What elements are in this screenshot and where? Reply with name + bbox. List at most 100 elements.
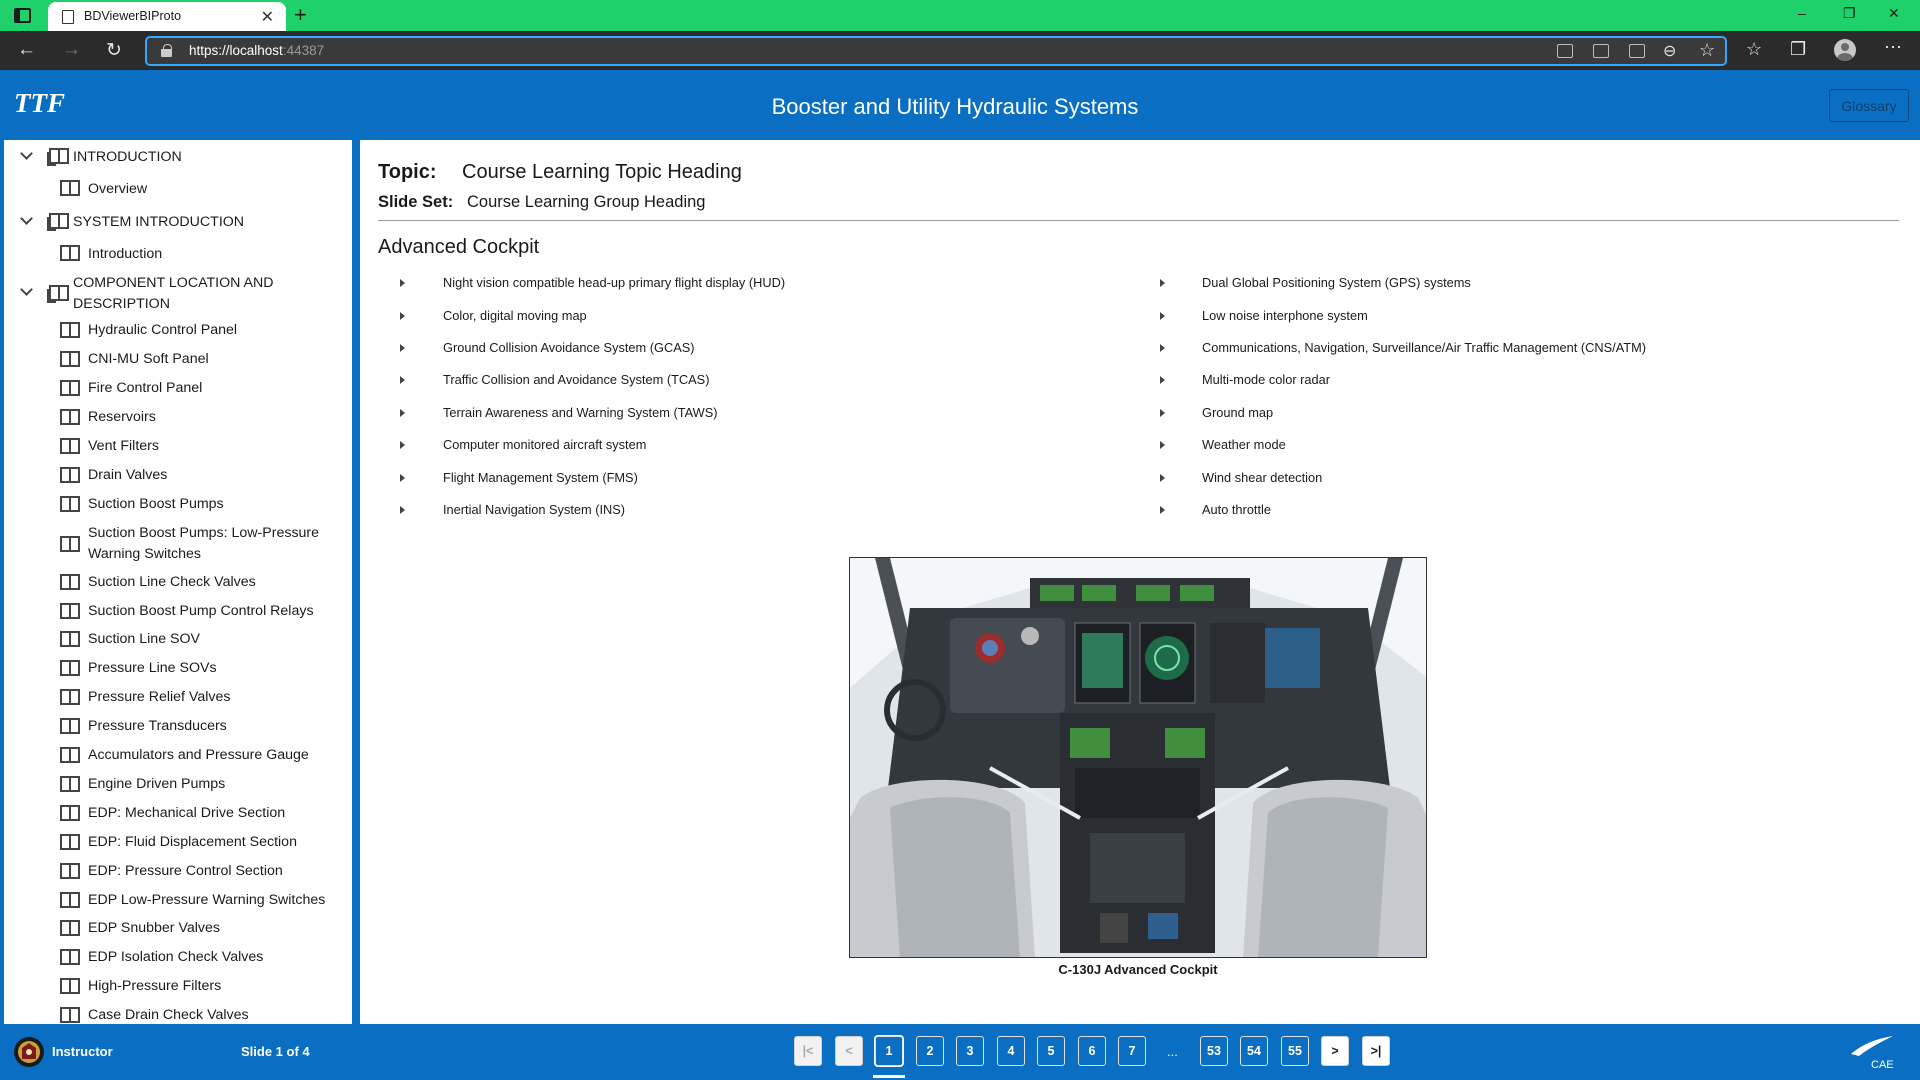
sidebar-section-introduction[interactable]: INTRODUCTION <box>4 147 352 171</box>
sidebar-section-component-location[interactable]: COMPONENT LOCATION AND DESCRIPTION <box>4 273 352 317</box>
book-icon <box>60 920 80 936</box>
bullet-arrow-icon <box>1160 279 1165 287</box>
book-icon <box>60 380 80 396</box>
previous-page-button[interactable]: < <box>835 1036 863 1066</box>
sidebar-item-edp-pressure-control[interactable]: EDP: Pressure Control Section <box>4 861 352 885</box>
sidebar-item-edp-snubber-valves[interactable]: EDP Snubber Valves <box>4 918 352 942</box>
glossary-button[interactable]: Glossary <box>1829 89 1909 122</box>
bullet-item: Ground Collision Avoidance System (GCAS) <box>443 340 695 355</box>
collections-icon[interactable]: ❐ <box>1790 39 1806 60</box>
sidebar-item-suction-line-sov[interactable]: Suction Line SOV <box>4 629 352 653</box>
page-button-5[interactable]: 5 <box>1037 1036 1065 1066</box>
sidebar-item-introduction[interactable]: Introduction <box>4 244 352 268</box>
sidebar-item-pressure-line-sovs[interactable]: Pressure Line SOVs <box>4 658 352 682</box>
page-button-53[interactable]: 53 <box>1200 1036 1228 1066</box>
sidebar-item-overview[interactable]: Overview <box>4 179 352 203</box>
refresh-icon[interactable]: ↻ <box>106 39 122 62</box>
sidebar-item-case-drain-check-valves[interactable]: Case Drain Check Valves <box>4 1005 352 1024</box>
sidebar-item-vent-filters[interactable]: Vent Filters <box>4 436 352 460</box>
first-page-button[interactable]: |< <box>794 1036 822 1066</box>
sidebar-item-engine-driven-pumps[interactable]: Engine Driven Pumps <box>4 774 352 798</box>
book-icon <box>60 438 80 454</box>
sidebar-item-drain-valves[interactable]: Drain Valves <box>4 465 352 489</box>
page-button-54[interactable]: 54 <box>1240 1036 1268 1066</box>
sidebar-item-accumulators-pressure-gauge[interactable]: Accumulators and Pressure Gauge <box>4 745 352 769</box>
back-arrow-icon[interactable]: ← <box>17 39 36 61</box>
book-icon <box>60 574 80 590</box>
sidebar-item-cni-mu-soft-panel[interactable]: CNI-MU Soft Panel <box>4 349 352 373</box>
page-button-3[interactable]: 3 <box>956 1036 984 1066</box>
book-icon <box>60 496 80 512</box>
url-input[interactable]: https://localhost:44387 ⊖ ☆ <box>145 36 1727 66</box>
sidebar-item-hydraulic-control-panel[interactable]: Hydraulic Control Panel <box>4 320 352 344</box>
book-icon <box>60 978 80 994</box>
favorites-icon[interactable]: ☆ <box>1746 39 1762 60</box>
close-tab-icon[interactable]: ✕ <box>261 7 274 27</box>
forward-arrow-icon[interactable]: → <box>62 39 81 61</box>
sidebar-item-fire-control-panel[interactable]: Fire Control Panel <box>4 378 352 402</box>
next-page-button[interactable]: > <box>1321 1036 1349 1066</box>
bullet-item: Flight Management System (FMS) <box>443 470 638 485</box>
bullet-arrow-icon <box>400 312 405 320</box>
bullet-item: Traffic Collision and Avoidance System (… <box>443 372 710 387</box>
qr-code-icon[interactable] <box>1593 44 1609 58</box>
chevron-down-icon[interactable] <box>20 147 33 160</box>
bullet-arrow-icon <box>400 441 405 449</box>
zoom-icon[interactable]: ⊖ <box>1663 41 1676 61</box>
sidebar-item-edp-mechanical-drive[interactable]: EDP: Mechanical Drive Section <box>4 803 352 827</box>
favorite-star-icon[interactable]: ☆ <box>1699 40 1715 61</box>
last-page-button[interactable]: >| <box>1362 1036 1390 1066</box>
book-icon <box>60 409 80 425</box>
tab-actions-icon[interactable] <box>14 8 31 23</box>
bullet-item: Computer monitored aircraft system <box>443 437 647 452</box>
new-tab-button[interactable]: + <box>294 2 307 28</box>
sidebar-item-label: Pressure Transducers <box>88 718 227 734</box>
page-button-55[interactable]: 55 <box>1281 1036 1309 1066</box>
bullet-arrow-icon <box>400 506 405 514</box>
lock-icon[interactable] <box>161 44 172 57</box>
course-title: Booster and Utility Hydraulic Systems <box>771 94 1139 119</box>
sidebar-item-high-pressure-filters[interactable]: High-Pressure Filters <box>4 976 352 1000</box>
sidebar-item-label: Suction Boost Pumps <box>88 496 224 512</box>
sidebar-item-edp-lp-warning-switches[interactable]: EDP Low-Pressure Warning Switches <box>4 890 352 914</box>
sidebar-item-edp-fluid-displacement[interactable]: EDP: Fluid Displacement Section <box>4 832 352 856</box>
sidebar-item-suction-boost-pumps[interactable]: Suction Boost Pumps <box>4 494 352 518</box>
user-role: Instructor <box>52 1044 113 1059</box>
sidebar-item-suction-line-check-valves[interactable]: Suction Line Check Valves <box>4 572 352 596</box>
sidebar-item-label-line2: Warning Switches <box>88 546 202 562</box>
tab-title: BDViewerBIProto <box>84 9 182 23</box>
chevron-down-icon[interactable] <box>20 212 33 225</box>
chevron-down-icon[interactable] <box>20 283 33 296</box>
page-button-1[interactable]: 1 <box>875 1036 903 1066</box>
sidebar-item-reservoirs[interactable]: Reservoirs <box>4 407 352 431</box>
page-favicon-icon <box>62 10 74 24</box>
sidebar-item-suction-boost-pumps-lp-switches[interactable]: Suction Boost Pumps: Low-Pressure Warnin… <box>4 523 352 567</box>
close-window-button[interactable]: ✕ <box>1888 5 1900 22</box>
browser-tab-strip: BDViewerBIProto ✕ + – ❐ ✕ <box>0 0 1920 31</box>
bullet-item: Auto throttle <box>1202 502 1272 517</box>
restore-button[interactable]: ❐ <box>1843 5 1856 22</box>
bullet-item: Dual Global Positioning System (GPS) sys… <box>1202 275 1471 290</box>
bullet-arrow-icon <box>1160 409 1165 417</box>
sidebar-item-edp-isolation-check-valves[interactable]: EDP Isolation Check Valves <box>4 947 352 971</box>
more-menu-icon[interactable]: ⋯ <box>1884 37 1902 58</box>
sidebar-section-system-introduction[interactable]: SYSTEM INTRODUCTION <box>4 212 352 236</box>
app-install-icon[interactable] <box>1629 44 1645 58</box>
page-button-2[interactable]: 2 <box>916 1036 944 1066</box>
book-icon <box>60 351 80 367</box>
browser-tab[interactable]: BDViewerBIProto ✕ <box>48 2 286 31</box>
sidebar-item-label: Drain Valves <box>88 467 168 483</box>
sidebar-item-label: Hydraulic Control Panel <box>88 322 238 338</box>
page-button-6[interactable]: 6 <box>1078 1036 1106 1066</box>
sidebar-item-suction-boost-pump-control-relays[interactable]: Suction Boost Pump Control Relays <box>4 601 352 625</box>
page-button-4[interactable]: 4 <box>997 1036 1025 1066</box>
profile-avatar-icon[interactable] <box>1834 39 1856 61</box>
sidebar-item-pressure-relief-valves[interactable]: Pressure Relief Valves <box>4 687 352 711</box>
bullet-item: Terrain Awareness and Warning System (TA… <box>443 405 718 420</box>
page-button-7[interactable]: 7 <box>1118 1036 1146 1066</box>
sidebar-item-label: CNI-MU Soft Panel <box>88 351 209 367</box>
sidebar-item-label: Fire Control Panel <box>88 380 203 396</box>
sidebar-item-pressure-transducers[interactable]: Pressure Transducers <box>4 716 352 740</box>
minimize-button[interactable]: – <box>1798 5 1806 21</box>
reader-view-icon[interactable] <box>1557 44 1573 58</box>
